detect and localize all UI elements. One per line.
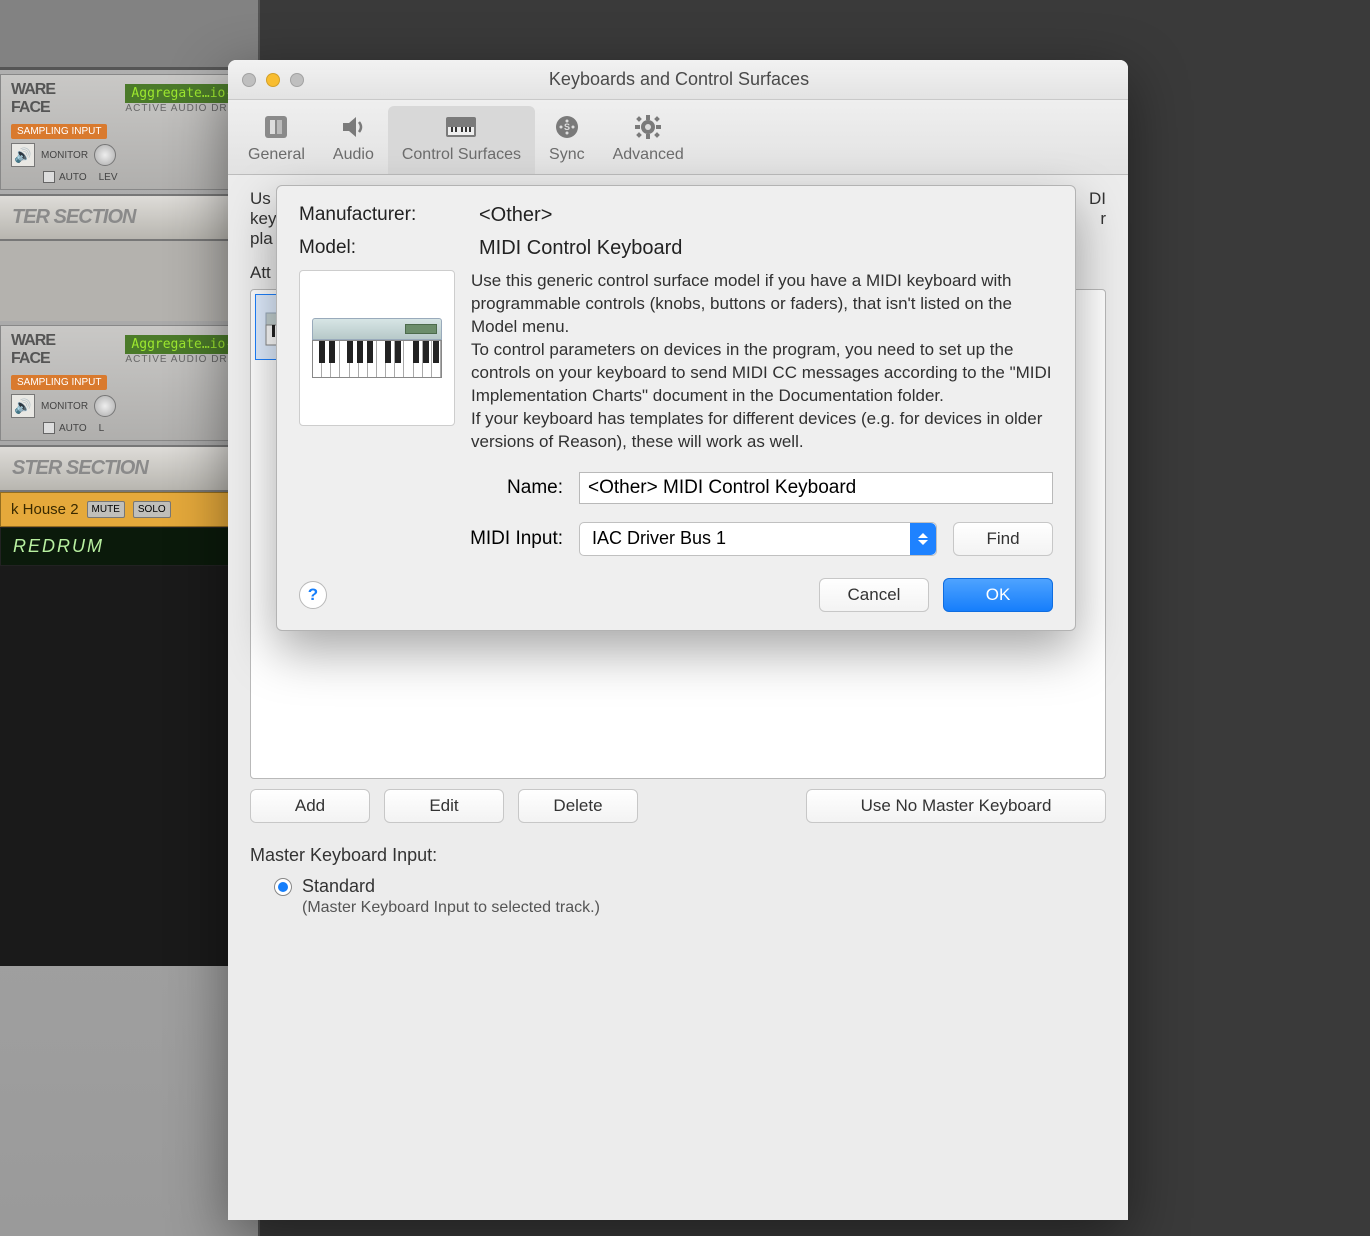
lev-label-2: L xyxy=(99,423,105,434)
sampling-input-badge: SAMPLING INPUT xyxy=(11,124,107,139)
add-button[interactable]: Add xyxy=(250,789,370,823)
device-thumbnail xyxy=(299,270,455,426)
solo-button[interactable]: SOLO xyxy=(133,501,171,518)
toolbar-advanced[interactable]: Advanced xyxy=(599,106,698,174)
find-button[interactable]: Find xyxy=(953,522,1053,556)
auto-checkbox[interactable] xyxy=(43,171,55,183)
toolbar-sync[interactable]: S Sync xyxy=(535,106,599,174)
preferences-toolbar: General Audio Control Surfaces S Sync Ad… xyxy=(228,100,1128,175)
sync-icon: S xyxy=(550,112,584,142)
hardware-interface-title: WARE FACE xyxy=(11,81,55,117)
svg-text:S: S xyxy=(564,122,570,132)
master-keyboard-input-label: Master Keyboard Input: xyxy=(250,845,1106,866)
use-no-master-keyboard-button[interactable]: Use No Master Keyboard xyxy=(806,789,1106,823)
speaker-icon[interactable]: 🔊 xyxy=(11,143,35,167)
toolbar-control-surfaces-label: Control Surfaces xyxy=(402,146,521,164)
delete-button[interactable]: Delete xyxy=(518,789,638,823)
toolbar-general[interactable]: General xyxy=(234,106,319,174)
window-traffic-lights xyxy=(242,73,304,87)
redrum-device[interactable]: REDRUM xyxy=(0,527,258,566)
lev-label: LEV xyxy=(99,172,118,183)
control-surface-config-sheet: Manufacturer: <Other> Model: MIDI Contro… xyxy=(276,185,1076,631)
toolbar-advanced-label: Advanced xyxy=(613,146,684,164)
manufacturer-label: Manufacturer: xyxy=(299,204,479,226)
monitor-knob[interactable] xyxy=(94,144,116,166)
sampling-input-badge-2: SAMPLING INPUT xyxy=(11,375,107,390)
body-text-truncated-r1: DI xyxy=(1089,189,1106,209)
monitor-label-2: MONITOR xyxy=(41,401,88,412)
body-text-truncated-3: pla xyxy=(250,229,276,249)
body-text-truncated-1: Us xyxy=(250,189,276,209)
midi-keyboard-icon xyxy=(312,318,442,378)
model-label: Model: xyxy=(299,237,479,259)
toolbar-audio[interactable]: Audio xyxy=(319,106,388,174)
zoom-window-button[interactable] xyxy=(290,73,304,87)
background-rack: WARE FACE Aggregate…io-D ACTIVE AUDIO DR… xyxy=(0,0,260,1236)
track-strip[interactable]: k House 2 MUTE SOLO xyxy=(0,492,258,527)
mute-button[interactable]: MUTE xyxy=(87,501,125,518)
auto-label-2: AUTO xyxy=(59,423,87,434)
midi-input-selected-value: IAC Driver Bus 1 xyxy=(592,528,726,549)
auto-label: AUTO xyxy=(59,172,87,183)
name-field-label: Name: xyxy=(299,477,563,499)
minimize-window-button[interactable] xyxy=(266,73,280,87)
cancel-button[interactable]: Cancel xyxy=(819,578,929,612)
surface-action-buttons: Add Edit Delete Use No Master Keyboard xyxy=(250,789,1106,823)
window-title: Keyboards and Control Surfaces xyxy=(304,69,1054,90)
toolbar-audio-label: Audio xyxy=(333,146,374,164)
master-section-title-2: STER SECTION xyxy=(0,445,258,492)
toolbar-general-label: General xyxy=(248,146,305,164)
body-text-truncated-2: key xyxy=(250,209,276,229)
audio-icon xyxy=(336,112,370,142)
radio-standard-label: Standard xyxy=(302,876,375,897)
control-surfaces-icon xyxy=(444,112,478,142)
monitor-knob-2[interactable] xyxy=(94,395,116,417)
master-section-title-1: TER SECTION xyxy=(0,194,258,241)
model-value: MIDI Control Keyboard xyxy=(479,237,682,260)
help-button[interactable]: ? xyxy=(299,581,327,609)
monitor-label: MONITOR xyxy=(41,150,88,161)
toolbar-control-surfaces[interactable]: Control Surfaces xyxy=(388,106,535,174)
device-description: Use this generic control surface model i… xyxy=(471,270,1053,454)
name-input[interactable] xyxy=(579,472,1053,504)
ok-button[interactable]: OK xyxy=(943,578,1053,612)
hardware-interface-title-2: WARE FACE xyxy=(11,332,55,368)
speaker-icon-2[interactable]: 🔊 xyxy=(11,394,35,418)
toolbar-sync-label: Sync xyxy=(549,146,585,164)
hardware-interface-panel-2: WARE FACE Aggregate…io-D ACTIVE AUDIO DR… xyxy=(0,325,258,441)
select-caret-icon xyxy=(910,523,936,555)
edit-button[interactable]: Edit xyxy=(384,789,504,823)
hardware-interface-panel-1: WARE FACE Aggregate…io-D ACTIVE AUDIO DR… xyxy=(0,74,258,190)
window-titlebar: Keyboards and Control Surfaces xyxy=(228,60,1128,100)
close-window-button[interactable] xyxy=(242,73,256,87)
general-icon xyxy=(259,112,293,142)
radio-standard-description: (Master Keyboard Input to selected track… xyxy=(250,899,1106,917)
radio-standard-row[interactable]: Standard xyxy=(250,876,1106,897)
body-text-truncated-r2: r xyxy=(1089,209,1106,229)
auto-checkbox-2[interactable] xyxy=(43,422,55,434)
track-name: k House 2 xyxy=(11,501,79,518)
midi-input-select[interactable]: IAC Driver Bus 1 xyxy=(579,522,937,556)
midi-input-label: MIDI Input: xyxy=(299,528,563,550)
advanced-icon xyxy=(631,112,665,142)
manufacturer-value: <Other> xyxy=(479,204,552,227)
radio-standard[interactable] xyxy=(274,878,292,896)
